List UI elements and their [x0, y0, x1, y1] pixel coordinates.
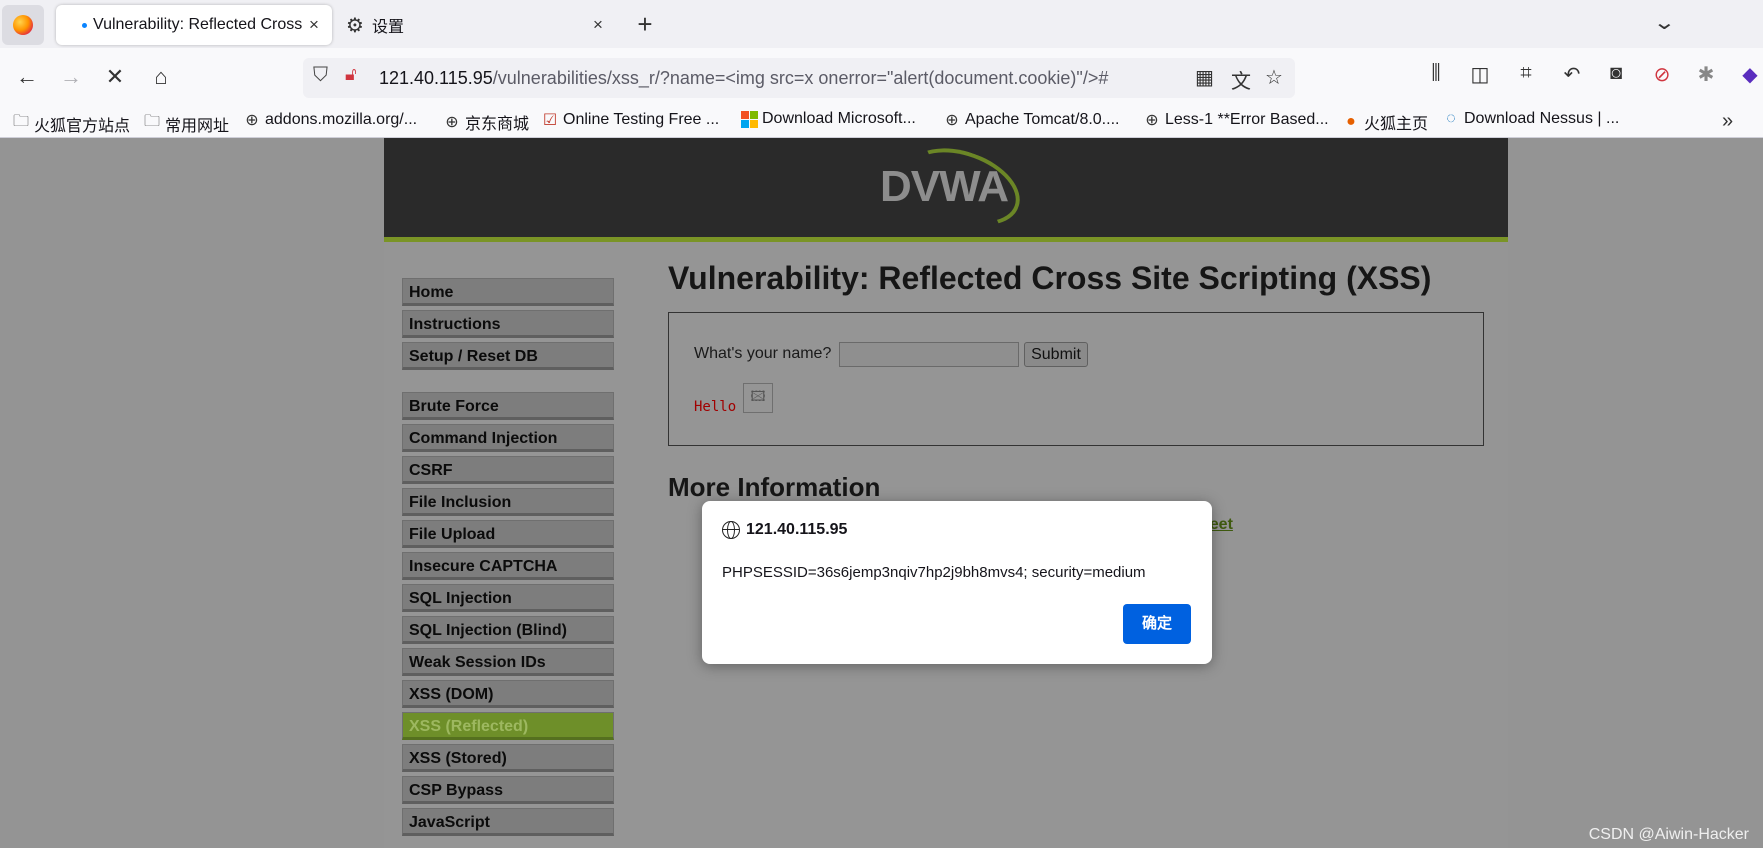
tab-close-icon[interactable]: ×	[302, 15, 326, 35]
name-label: What's your name?	[694, 345, 832, 362]
menu-item-xss-reflected[interactable]: XSS (Reflected)	[402, 712, 614, 740]
bookmark-item[interactable]: ☑ Online Testing Free ...	[541, 110, 719, 130]
vulnerable-code-area: What's your name? Submit Hello 🖾︎	[668, 312, 1484, 446]
dialog-origin: 121.40.115.95	[722, 521, 847, 539]
menu-item-javascript[interactable]: JavaScript	[402, 808, 614, 836]
dvwa-container: DVWA Home Instructions Setup / Reset DB …	[384, 138, 1508, 848]
menu-item-csp-bypass[interactable]: CSP Bypass	[402, 776, 614, 804]
name-input[interactable]	[839, 342, 1019, 367]
menu-item-sql-injection-blind[interactable]: SQL Injection (Blind)	[402, 616, 614, 644]
menu-item-setup[interactable]: Setup / Reset DB	[402, 342, 614, 370]
bookmark-item[interactable]: ⊕ 京东商城	[443, 110, 529, 134]
insecure-lock-icon[interactable]: 🔓︎	[345, 64, 357, 85]
dialog-origin-host: 121.40.115.95	[746, 521, 848, 538]
bookmark-item[interactable]: Download Microsoft...	[741, 110, 916, 128]
globe-icon: ⊕	[1145, 112, 1159, 129]
broken-image-icon: 🖾︎	[743, 383, 773, 413]
firefox-view-button[interactable]	[2, 5, 44, 45]
bookmark-item[interactable]: 🗀︎ 常用网址	[143, 110, 229, 137]
firefox-icon	[13, 15, 33, 35]
qr-code-icon[interactable]: ▦	[1195, 65, 1214, 90]
tab-dvwa[interactable]: Vulnerability: Reflected Cross ×	[56, 5, 332, 45]
menu-item-home[interactable]: Home	[402, 278, 614, 306]
page-viewport: DVWA Home Instructions Setup / Reset DB …	[0, 138, 1763, 848]
bookmark-item[interactable]: ● 火狐主页	[1342, 110, 1428, 134]
menu-item-instructions[interactable]: Instructions	[402, 310, 614, 338]
back-button[interactable]: ←	[10, 60, 44, 94]
bookmarks-overflow-chevron-icon[interactable]: »	[1722, 110, 1733, 133]
dvwa-header: DVWA	[384, 138, 1508, 242]
block-extension-icon[interactable]: ⊘	[1648, 62, 1676, 87]
tab-list-chevron-icon[interactable]: ⌄	[1653, 10, 1676, 35]
bookmark-item[interactable]: ⊕ addons.mozilla.org/...	[243, 110, 417, 130]
bookmark-star-icon[interactable]: ☆	[1265, 65, 1283, 90]
tab-close-icon[interactable]: ×	[586, 15, 610, 35]
alert-dialog: 121.40.115.95 PHPSESSID=36s6jemp3nqiv7hp…	[702, 501, 1212, 664]
bookmark-item[interactable]: 🗀︎ 火狐官方站点	[12, 110, 130, 137]
menu-item-sql-injection[interactable]: SQL Injection	[402, 584, 614, 612]
gear-icon: ⚙	[346, 14, 364, 37]
bug-extension-icon[interactable]: ✱	[1692, 62, 1720, 87]
bookmark-item[interactable]: ⊕ Apache Tomcat/8.0....	[943, 110, 1119, 130]
tab-settings[interactable]: ⚙ 设置 ×	[340, 5, 616, 45]
firefox-icon: ●	[1346, 113, 1356, 130]
undo-icon[interactable]: ↶	[1558, 62, 1586, 87]
nessus-icon: ◌	[1446, 110, 1456, 127]
url-text[interactable]: 121.40.115.95/vulnerabilities/xss_r/?nam…	[379, 68, 1108, 89]
globe-icon: ⊕	[945, 112, 959, 129]
bookmark-item[interactable]: ◌ Download Nessus | ...	[1442, 110, 1619, 128]
stop-button[interactable]: ✕	[98, 60, 132, 94]
checkbox-icon: ☑	[542, 112, 558, 129]
extension-dark-icon[interactable]: ◙	[1602, 62, 1630, 85]
folder-icon: 🗀︎	[143, 113, 160, 130]
screenshot-crop-icon[interactable]: ⌗	[1512, 62, 1540, 85]
nav-bar: ← → ✕ ⌂ ⛉ 🔓︎ 121.40.115.95/vulnerabiliti…	[0, 48, 1763, 106]
menu-item-command-injection[interactable]: Command Injection	[402, 424, 614, 452]
menu-item-csrf[interactable]: CSRF	[402, 456, 614, 484]
tab-bar: Vulnerability: Reflected Cross × ⚙ 设置 × …	[0, 0, 1763, 48]
folder-icon: 🗀︎	[12, 113, 29, 130]
forward-button[interactable]: →	[54, 60, 88, 94]
shield-icon[interactable]: ⛉	[313, 64, 328, 87]
hello-output: Hello	[694, 399, 737, 415]
menu-item-weak-session-ids[interactable]: Weak Session IDs	[402, 648, 614, 676]
url-bar[interactable]: ⛉ 🔓︎ 121.40.115.95/vulnerabilities/xss_r…	[303, 58, 1295, 98]
bookmark-item[interactable]: ⊕ Less-1 **Error Based...	[1143, 110, 1328, 130]
new-tab-button[interactable]: +	[628, 8, 662, 42]
url-path: /vulnerabilities/xss_r/?name=<img src=x …	[492, 68, 1109, 88]
main-body: Vulnerability: Reflected Cross Site Scri…	[668, 260, 1488, 533]
page-title: Vulnerability: Reflected Cross Site Scri…	[668, 260, 1432, 296]
translate-icon[interactable]: 文	[1231, 65, 1251, 94]
submit-button[interactable]: Submit	[1024, 342, 1088, 367]
loading-dot-icon	[82, 22, 87, 28]
diamond-extension-icon[interactable]: ◆	[1736, 62, 1763, 87]
tab-title: Vulnerability: Reflected Cross	[93, 16, 302, 33]
csdn-watermark: CSDN @Aiwin-Hacker	[1588, 826, 1749, 843]
menu-item-insecure-captcha[interactable]: Insecure CAPTCHA	[402, 552, 614, 580]
library-icon[interactable]: ⫼	[1422, 62, 1450, 85]
menu-item-xss-stored[interactable]: XSS (Stored)	[402, 744, 614, 772]
more-info-heading: More Information	[668, 472, 881, 502]
menu-item-file-upload[interactable]: File Upload	[402, 520, 614, 548]
url-host: 121.40.115.95	[379, 68, 493, 88]
globe-icon	[722, 521, 740, 539]
bookmarks-toolbar: 🗀︎ 火狐官方站点 🗀︎ 常用网址 ⊕ addons.mozilla.org/... …	[0, 106, 1763, 138]
menu-item-brute-force[interactable]: Brute Force	[402, 392, 614, 420]
dialog-message: PHPSESSID=36s6jemp3nqiv7hp2j9bh8mvs4; se…	[722, 564, 1146, 581]
tab-title: 设置	[371, 19, 404, 36]
sidebar-icon[interactable]: ◫	[1466, 62, 1494, 87]
microsoft-icon	[741, 110, 758, 128]
dvwa-logo: DVWA	[880, 162, 1009, 211]
main-menu: Home Instructions Setup / Reset DB Brute…	[402, 278, 614, 840]
dialog-ok-button[interactable]: 确定	[1123, 604, 1191, 644]
globe-icon: ⊕	[445, 114, 459, 131]
menu-item-xss-dom[interactable]: XSS (DOM)	[402, 680, 614, 708]
globe-icon: ⊕	[245, 112, 259, 129]
menu-item-file-inclusion[interactable]: File Inclusion	[402, 488, 614, 516]
home-button[interactable]: ⌂	[144, 60, 178, 94]
